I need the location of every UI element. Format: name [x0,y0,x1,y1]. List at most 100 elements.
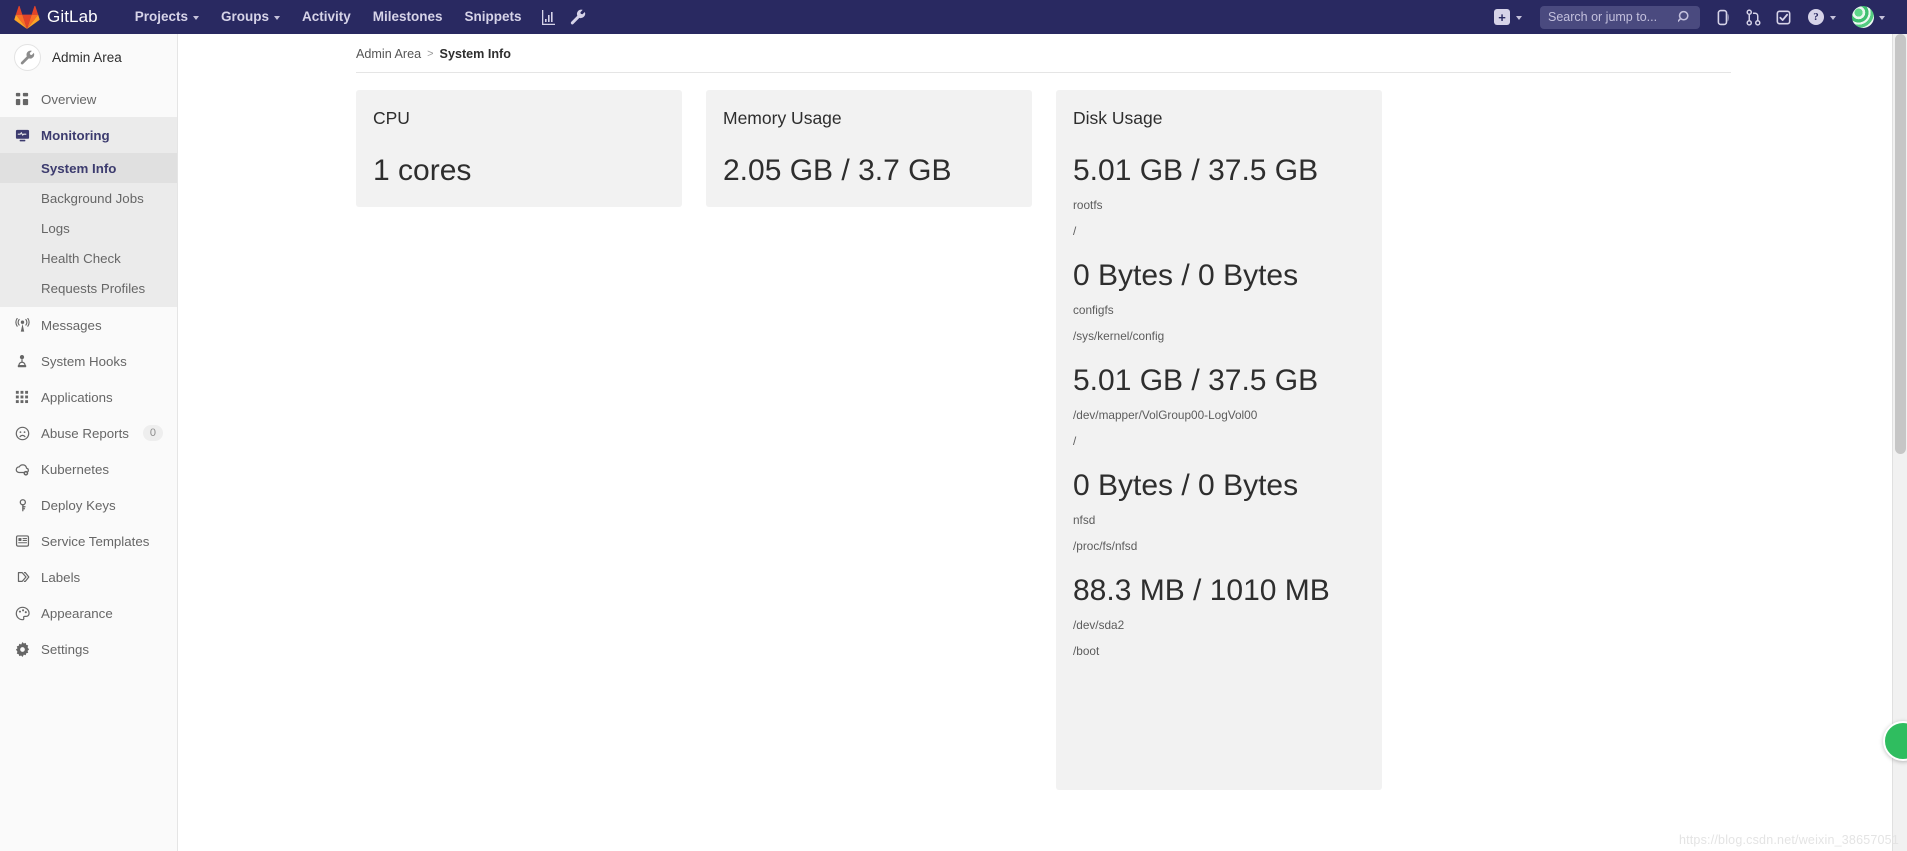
nav-milestones-label: Milestones [372,9,443,24]
nav-milestones[interactable]: Milestones [362,0,454,34]
sidebar-item-label: Kubernetes [41,461,110,477]
nav-groups-label: Groups [220,9,269,24]
search-input[interactable]: Search or jump to... [1540,5,1700,29]
sidebar-item-settings[interactable]: Settings [0,631,177,667]
help-menu[interactable]: ? [1798,0,1846,34]
disk-entry-mount: / [1073,433,1077,448]
nav-admin-wrench-icon[interactable] [563,0,593,34]
memory-card-title: Memory Usage [723,108,842,128]
sidebar-item-applications[interactable]: Applications [0,379,177,415]
nav-snippets[interactable]: Snippets [454,0,533,34]
scrollbar-thumb[interactable] [1895,34,1906,454]
sidebar-subitem-background-jobs[interactable]: Background Jobs [0,183,177,213]
sidebar-item-labels[interactable]: Labels [0,559,177,595]
sidebar-item-abuse-reports[interactable]: Abuse Reports 0 [0,415,177,451]
breadcrumb-root[interactable]: Admin Area [356,47,421,61]
hook-icon [14,353,30,369]
monitor-icon [14,127,30,143]
cpu-card-value: 1 cores [373,153,472,187]
sidebar-subitem-label: Background Jobs [41,190,144,206]
overview-grid-icon [14,91,30,107]
breadcrumb-separator: > [427,48,434,60]
template-icon [14,533,30,549]
sidebar-item-label: Messages [41,317,102,333]
nav-issues-icon[interactable] [1708,0,1738,34]
chevron-down-icon [1830,16,1836,20]
memory-card-value: 2.05 GB / 3.7 GB [723,153,952,187]
sidebar-item-label: Settings [41,641,90,657]
sidebar-subitem-label: Requests Profiles [41,280,146,296]
top-navbar: GitLab Projects Groups Activity Mileston… [0,0,1907,34]
question-circle-icon: ? [1808,9,1824,25]
nav-activity[interactable]: Activity [291,0,362,34]
sidebar-item-label: Appearance [41,605,113,621]
disk-entry-device: nfsd [1073,513,1096,528]
kubernetes-cloud-icon [14,461,30,477]
sidebar-item-service-templates[interactable]: Service Templates [0,523,177,559]
disk-entry: 0 Bytes / 0 Bytes configfs /sys/kernel/c… [1073,259,1360,344]
nav-groups[interactable]: Groups [210,0,291,34]
key-icon [14,497,30,513]
disk-entry-device: /dev/mapper/VolGroup00-LogVol00 [1073,408,1258,423]
disk-card-title: Disk Usage [1073,108,1163,128]
cpu-card-title: CPU [373,108,410,128]
nav-projects[interactable]: Projects [124,0,210,34]
sidebar-subitem-health-check[interactable]: Health Check [0,243,177,273]
disk-entry-value: 0 Bytes / 0 Bytes [1073,258,1299,292]
sidebar-submenu-monitoring: System Info Background Jobs Logs Health … [0,153,177,307]
user-avatar [1852,6,1874,28]
sidebar-item-label: Deploy Keys [41,497,116,513]
sidebar-subitem-requests-profiles[interactable]: Requests Profiles [0,273,177,303]
disk-entry-value: 5.01 GB / 37.5 GB [1073,363,1319,397]
plus-square-icon: + [1494,9,1510,25]
watermark: https://blog.csdn.net/weixin_38657051 [1678,833,1899,847]
sidebar-item-messages[interactable]: Messages [0,307,177,343]
broadcast-icon [14,317,30,333]
abuse-face-icon [14,425,30,441]
sidebar-item-label: Applications [41,389,113,405]
breadcrumb: Admin Area > System Info [178,34,1907,72]
sidebar-item-monitoring[interactable]: Monitoring [0,117,177,153]
sidebar-subitem-logs[interactable]: Logs [0,213,177,243]
memory-card: Memory Usage 2.05 GB / 3.7 GB [706,90,1032,208]
gitlab-fox-logo[interactable] [14,5,40,29]
status-badge: 0 [142,425,163,441]
nav-merge-requests-icon[interactable] [1738,0,1768,34]
new-item-dropdown[interactable]: + [1484,0,1532,34]
sidebar-item-kubernetes[interactable]: Kubernetes [0,451,177,487]
user-menu[interactable] [1846,6,1891,28]
sidebar-item-system-hooks[interactable]: System Hooks [0,343,177,379]
navbar-left-group: GitLab Projects Groups Activity Mileston… [0,0,593,34]
wrench-icon [14,43,41,71]
main-content: Admin Area > System Info CPU 1 cores Mem… [178,34,1907,851]
chevron-down-icon [273,16,280,20]
chevron-down-icon [192,16,199,20]
sidebar-subitem-label: Health Check [41,250,121,266]
navbar-right-group: + Search or jump to... ? [1484,0,1907,34]
gitlab-brand-text[interactable]: GitLab [47,7,98,27]
nav-projects-label: Projects [134,9,188,24]
admin-sidebar: Admin Area Overview Monitoring System In [0,34,178,851]
sidebar-item-appearance[interactable]: Appearance [0,595,177,631]
sidebar-subitem-system-info[interactable]: System Info [0,153,177,183]
sidebar-item-label: Abuse Reports [41,425,129,441]
sidebar-subitem-label: Logs [41,220,70,236]
disk-entry-device: /dev/sda2 [1073,618,1125,633]
disk-entry-value: 88.3 MB / 1010 MB [1073,573,1330,607]
nav-todos-icon[interactable] [1768,0,1798,34]
nav-analytics-icon[interactable] [533,0,563,34]
disk-entry: 88.3 MB / 1010 MB /dev/sda2 /boot [1073,574,1360,659]
chevron-down-icon [1516,16,1522,20]
disk-entry-device: rootfs [1073,198,1103,213]
disk-entry-mount: / [1073,223,1077,238]
sidebar-item-overview[interactable]: Overview [0,81,177,117]
nav-activity-label: Activity [301,9,351,24]
disk-entry-mount: /proc/fs/nfsd [1073,539,1138,554]
disk-entry-value: 5.01 GB / 37.5 GB [1073,153,1319,187]
system-info-cards: CPU 1 cores Memory Usage 2.05 GB / 3.7 G… [178,73,1907,790]
sidebar-header[interactable]: Admin Area [0,34,177,81]
disk-entry-device: configfs [1073,303,1114,318]
cpu-card: CPU 1 cores [356,90,682,208]
sidebar-item-deploy-keys[interactable]: Deploy Keys [0,487,177,523]
disk-card: Disk Usage 5.01 GB / 37.5 GB rootfs / 0 … [1056,90,1382,790]
